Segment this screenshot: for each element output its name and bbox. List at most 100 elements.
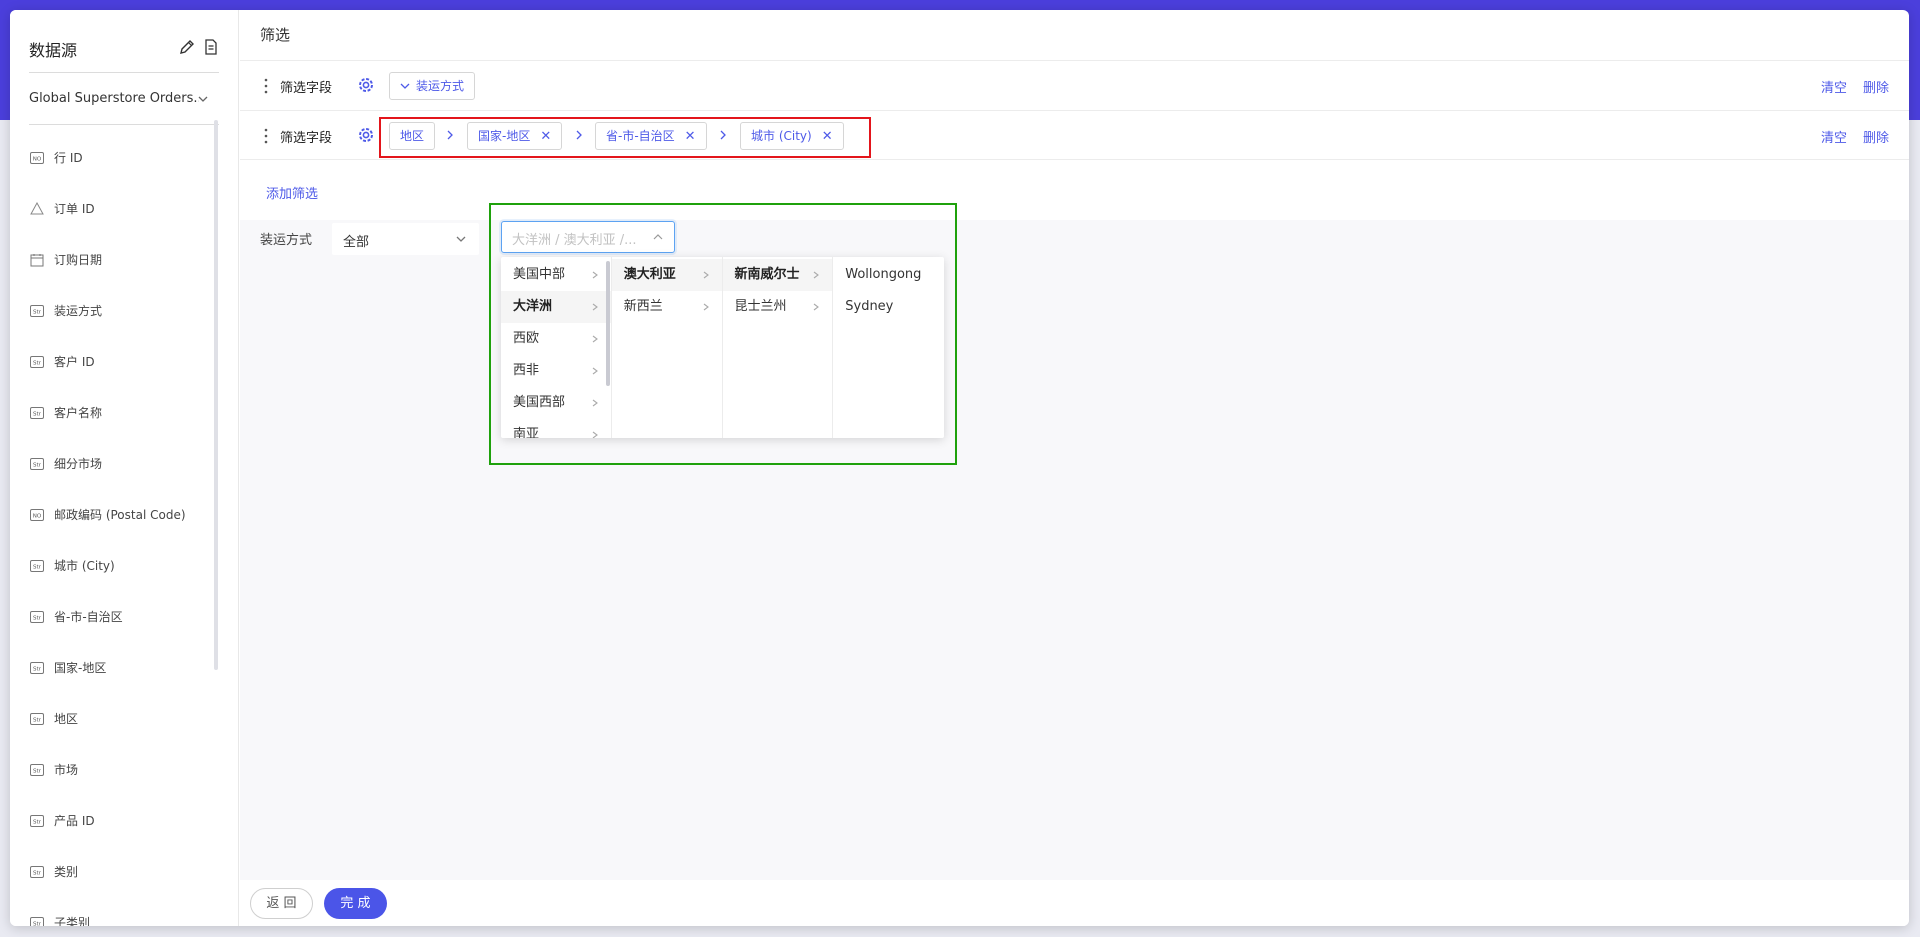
gear-icon[interactable] [357, 126, 375, 144]
highlight-box-green [489, 203, 957, 465]
field-item[interactable]: Str 产品 ID [29, 795, 209, 846]
svg-text:NO: NO [32, 513, 41, 519]
field-label: 订单 ID [54, 202, 95, 216]
field-label: 地区 [54, 712, 79, 726]
sidebar-title: 数据源 [29, 41, 78, 60]
string-type-icon: Str [29, 304, 44, 317]
delete-button[interactable]: 删除 [1863, 131, 1889, 146]
field-label: 订购日期 [54, 253, 103, 267]
string-type-icon: Str [29, 763, 44, 776]
chevron-down-icon [456, 236, 466, 242]
field-item[interactable]: Str 子类别 [29, 897, 209, 926]
clear-button[interactable]: 清空 [1821, 81, 1847, 96]
svg-text:Str: Str [33, 666, 42, 672]
filter-field-label: 筛选字段 [280, 131, 333, 146]
sidebar-header: 数据源 [29, 27, 219, 73]
svg-text:Str: Str [33, 717, 42, 723]
filter-field-label: 筛选字段 [280, 81, 333, 96]
field-item[interactable]: Str 类别 [29, 846, 209, 897]
filter-chip-shipping-mode[interactable]: 装运方式 [389, 72, 476, 100]
string-type-icon: Str [29, 355, 44, 368]
row-actions: 清空 删除 [1805, 127, 1889, 146]
back-button[interactable]: 返 回 [250, 888, 313, 919]
number-type-icon: NO [29, 151, 44, 164]
field-item[interactable]: NO 邮政编码 (Postal Code) [29, 489, 209, 540]
field-label: 客户 ID [54, 355, 95, 369]
svg-text:NO: NO [32, 156, 41, 162]
string-type-icon: Str [29, 661, 44, 674]
svg-text:Str: Str [33, 615, 42, 621]
field-item[interactable]: Str 省-市-自治区 [29, 591, 209, 642]
field-item[interactable]: Str 细分市场 [29, 438, 209, 489]
field-label: 市场 [54, 763, 79, 777]
datasource-sidebar: 数据源 Global Superstore Orders... NO 行 ID 订单… [10, 10, 239, 926]
string-type-icon: Str [29, 610, 44, 623]
string-type-icon: Str [29, 559, 44, 572]
field-label: 省-市-自治区 [54, 610, 123, 624]
datasource-select[interactable]: Global Superstore Orders... [29, 73, 219, 125]
gear-icon[interactable] [357, 76, 375, 94]
page-title: 筛选 [260, 26, 291, 44]
filter-panel: 筛选 筛选字段 装运方式 清空 删除 筛选字段 地区 国家-地区 ✕ 省-市-自治区… [240, 10, 1909, 926]
calendar-icon [29, 253, 44, 266]
drag-handle-icon[interactable] [264, 128, 268, 144]
done-button[interactable]: 完 成 [324, 888, 387, 919]
field-label: 子类别 [54, 916, 91, 926]
triangle-icon [29, 201, 44, 215]
field-item[interactable]: Str 装运方式 [29, 285, 209, 336]
shipping-mode-label: 装运方式 [260, 233, 313, 248]
string-type-icon: Str [29, 406, 44, 419]
add-filter-link[interactable]: 添加筛选 [266, 183, 318, 202]
shipping-mode-value: 全部 [343, 235, 370, 250]
datasource-select-value: Global Superstore Orders... [29, 91, 199, 106]
chip-label: 装运方式 [416, 79, 465, 93]
filter-row-1: 筛选字段 装运方式 清空 删除 [240, 60, 1909, 110]
chevron-down-icon [400, 83, 410, 89]
field-item[interactable]: Str 地区 [29, 693, 209, 744]
field-item[interactable]: Str 客户 ID [29, 336, 209, 387]
number-type-icon: NO [29, 508, 44, 521]
field-label: 行 ID [54, 151, 83, 165]
shipping-mode-select[interactable]: 全部 [332, 223, 479, 255]
svg-text:Str: Str [33, 360, 42, 366]
field-item[interactable]: Str 市场 [29, 744, 209, 795]
field-item[interactable]: Str 客户名称 [29, 387, 209, 438]
delete-button[interactable]: 删除 [1863, 81, 1889, 96]
chevron-down-icon [198, 96, 208, 102]
field-label: 类别 [54, 865, 79, 879]
field-item[interactable]: Str 城市 (City) [29, 540, 209, 591]
footer-bar: 返 回 完 成 [240, 880, 1909, 926]
field-label: 细分市场 [54, 457, 103, 471]
string-type-icon: Str [29, 916, 44, 926]
svg-text:Str: Str [33, 564, 42, 570]
svg-text:Str: Str [33, 870, 42, 876]
field-item[interactable]: Str 国家-地区 [29, 642, 209, 693]
field-item[interactable]: NO 行 ID [29, 132, 209, 183]
svg-text:Str: Str [33, 768, 42, 774]
field-label: 国家-地区 [54, 661, 107, 675]
string-type-icon: Str [29, 814, 44, 827]
svg-text:Str: Str [33, 411, 42, 417]
svg-text:Str: Str [33, 921, 42, 926]
string-type-icon: Str [29, 865, 44, 878]
drag-handle-icon[interactable] [264, 78, 268, 94]
field-label: 装运方式 [54, 304, 103, 318]
document-icon[interactable] [203, 39, 219, 55]
row-actions: 清空 删除 [1805, 77, 1889, 96]
field-label: 城市 (City) [54, 559, 115, 573]
filter-preview: 装运方式 全部 大洋洲 / 澳大利亚 /... 美国中部 大洋洲 西欧 西非 美国西部南… [240, 203, 1909, 880]
filter-row-2: 筛选字段 地区 国家-地区 ✕ 省-市-自治区 ✕ 城市 (City) ✕ 清空 删除 [240, 110, 1909, 160]
field-item[interactable]: 订单 ID [29, 183, 209, 234]
field-label: 产品 ID [54, 814, 95, 828]
sidebar-scrollbar[interactable] [214, 120, 218, 670]
string-type-icon: Str [29, 712, 44, 725]
field-list: NO 行 ID 订单 ID 订购日期 Str 装运方式 Str 客户 ID Str 客户名称 Str… [29, 132, 209, 926]
field-label: 邮政编码 (Postal Code) [54, 508, 186, 522]
svg-text:Str: Str [33, 462, 42, 468]
svg-text:Str: Str [33, 819, 42, 825]
string-type-icon: Str [29, 457, 44, 470]
field-item[interactable]: 订购日期 [29, 234, 209, 285]
edit-icon[interactable] [179, 39, 195, 55]
highlight-box-red [379, 117, 871, 158]
clear-button[interactable]: 清空 [1821, 131, 1847, 146]
